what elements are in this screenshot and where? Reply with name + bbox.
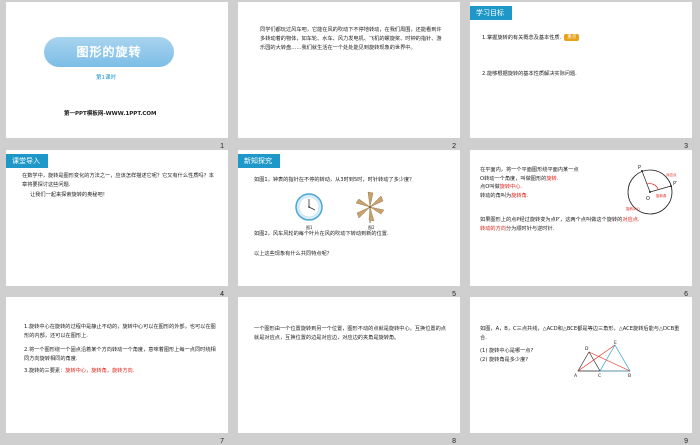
lead-invite: 让我们一起来探索旋转的奥秘吧！ bbox=[30, 192, 108, 198]
rotation-diagram: P P′ O 旋转角 旋转中心 对应点 bbox=[626, 165, 678, 215]
key-point-badge: 重点 bbox=[564, 34, 580, 41]
def-line-1: 在平面内，将一个平面图形绕平面内某一点 bbox=[480, 167, 579, 173]
def-line-6: 转动的方向分为顺时针与逆时针. bbox=[480, 225, 685, 234]
slide-2[interactable]: 同学们都玩过风车吧，它能在风的吹动下不停地转动，在我们周围，还能看到许多转动着的… bbox=[238, 2, 460, 150]
def-line-5-text: 如果图形上的点P经过旋转变为点P′，这两个点叫做这个旋转的 bbox=[480, 217, 623, 223]
term-angle: 旋转角. bbox=[511, 192, 529, 199]
term-rotation: 旋转. bbox=[546, 175, 559, 182]
section-tag: 学习目标 bbox=[470, 6, 512, 20]
label-o: O bbox=[646, 196, 650, 202]
label-p-prime: P′ bbox=[673, 181, 678, 187]
goal-item-2: 2.能够根据旋转的基本性质解决实际问题. bbox=[482, 71, 577, 77]
brand-text: 第一PPT模板网-WWW.1PPT.COM bbox=[64, 111, 157, 117]
label-b: B bbox=[628, 373, 631, 379]
slide-subtitle: 第1课时 bbox=[96, 75, 116, 81]
label-a: A bbox=[574, 373, 578, 379]
summary-paragraph: 一个图形由一个位置旋转到另一个位置，图形不动的点就是旋转中心，互换位置的点就是对… bbox=[254, 326, 446, 341]
slide-number: 2 bbox=[452, 143, 456, 150]
slide-9[interactable]: 如图，A，B，C三点共线，△ACD和△BCE都是等边三角形，△ACE旋转后能与△… bbox=[470, 297, 692, 445]
intro-paragraph: 同学们都玩过风车吧，它能在风的吹动下不停地转动，在我们周围，还能看到许多转动着的… bbox=[260, 27, 442, 51]
label-p: P bbox=[638, 165, 641, 171]
def-line-4-text: 转动的角叫为 bbox=[480, 192, 512, 199]
lead-paragraph: 在数学中，旋转是图形变化的方法之一，应该怎样描述它呢？它又有什么性质吗？本章将要… bbox=[22, 173, 214, 188]
sub-question-2: (2) 旋转角是多少度? bbox=[480, 357, 529, 363]
pinwheel-figure bbox=[355, 191, 385, 223]
label-e: E bbox=[614, 340, 617, 346]
three-elements: 旋转中心，旋转角，旋转方向. bbox=[65, 368, 135, 374]
term-center: 旋转中心. bbox=[499, 184, 523, 191]
goal-item-1: 1.掌握旋转的有关概念及基本性质. 重点 bbox=[482, 34, 682, 43]
slide-1[interactable]: 图形的旋转 第1课时 第一PPT模板网-WWW.1PPT.COM 1 bbox=[6, 2, 228, 150]
slide-title: 图形的旋转 bbox=[44, 37, 174, 67]
label-rotation-angle: 旋转角 bbox=[656, 193, 667, 198]
def-line-2: O转动一个角度，叫做图形的旋转. bbox=[480, 175, 618, 184]
sub-question-1: (1) 旋转中心是哪一点? bbox=[480, 348, 534, 354]
goal-item-1-text: 1.掌握旋转的有关概念及基本性质. bbox=[482, 35, 562, 41]
def-line-2-text: O转动一个角度，叫做图形的 bbox=[480, 175, 547, 182]
def-line-6-text: 分为顺时针与逆时针. bbox=[505, 225, 555, 232]
slide-7[interactable]: 1.旋转中心在旋转的过程中是静止不动的，旋转中心可以在图形的外部，也可以在图形的… bbox=[6, 297, 228, 445]
question-3: 以上这些现象有什么共同特点呢？ bbox=[254, 251, 332, 257]
slide-number: 8 bbox=[452, 438, 456, 445]
section-tag: 课堂导入 bbox=[6, 154, 48, 168]
slide-8[interactable]: 一个图形由一个位置旋转到另一个位置，图形不动的点就是旋转中心，互换位置的点就是对… bbox=[238, 297, 460, 445]
slide-number: 3 bbox=[684, 143, 688, 150]
point-1: 1.旋转中心在旋转的过程中是静止不动的，旋转中心可以在图形的外部，也可以在图形的… bbox=[24, 324, 216, 339]
def-line-4: 转动的角叫为旋转角. bbox=[480, 192, 618, 201]
clock-figure bbox=[295, 193, 323, 221]
slide-4[interactable]: 课堂导入 在数学中，旋转是图形变化的方法之一，应该怎样描述它呢？它又有什么性质吗… bbox=[6, 150, 228, 298]
slide-3[interactable]: 学习目标 1.掌握旋转的有关概念及基本性质. 重点 2.能够根据旋转的基本性质解决… bbox=[470, 2, 692, 150]
section-tag: 新知探究 bbox=[238, 154, 280, 168]
def-line-5: 如果图形上的点P经过旋转变为点P′，这两个点叫做这个旋转的对应点. 转动的方向分… bbox=[480, 216, 685, 233]
triangle-diagram: A C B D E bbox=[574, 340, 631, 379]
point-2: 2.将一个图形绕一个固点沿着某个方向转动一个角度，意味着图形上每一点同时绕相同方… bbox=[24, 347, 216, 362]
label-corresponding-point: 对应点 bbox=[666, 172, 677, 177]
def-line-3: 点O叫做旋转中心. bbox=[480, 183, 618, 192]
label-d: D bbox=[585, 346, 589, 352]
definition-text: 在平面内，将一个平面图形绕平面内某一点 O转动一个角度，叫做图形的旋转. 点O叫… bbox=[480, 166, 618, 200]
label-c: C bbox=[598, 373, 601, 379]
point-3-text: 3.旋转的三要素： bbox=[24, 368, 66, 374]
slide-number: 9 bbox=[684, 438, 688, 445]
question-2: 如图2，风车风轮的每个叶片在风的吹动下转动到新的位置. bbox=[254, 231, 389, 237]
slide-5[interactable]: 新知探究 如图1，钟表的指针在不停的转动，从3时到5时，时针转动了多少度？ 图1… bbox=[238, 150, 460, 298]
slide-number: 1 bbox=[220, 143, 224, 150]
question-1: 如图1，钟表的指针在不停的转动，从3时到5时，时针转动了多少度？ bbox=[254, 177, 415, 183]
def-line-3-text: 点O叫做 bbox=[480, 184, 500, 191]
point-3: 3.旋转的三要素：旋转中心，旋转角，旋转方向. bbox=[24, 367, 218, 376]
slide-number: 7 bbox=[220, 438, 224, 445]
label-rotation-center: 旋转中心 bbox=[626, 206, 640, 211]
slide-6[interactable]: 在平面内，将一个平面图形绕平面内某一点 O转动一个角度，叫做图形的旋转. 点O叫… bbox=[470, 150, 692, 298]
term-direction: 转动的方向 bbox=[480, 225, 506, 232]
